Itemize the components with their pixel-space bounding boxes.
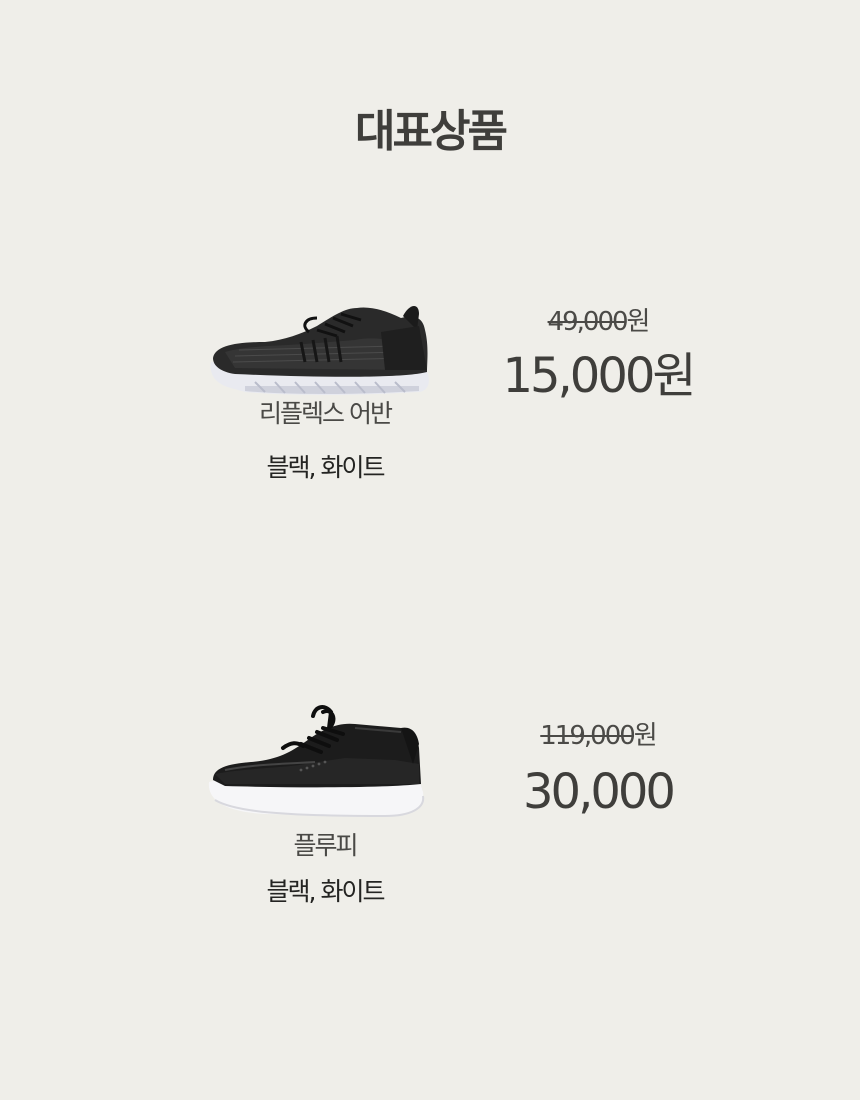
sale-price: 30,000	[523, 764, 676, 820]
product-name[interactable]: 플루피	[200, 830, 450, 862]
original-price: 49,000원	[470, 306, 726, 338]
original-price-unit: 원	[633, 721, 658, 751]
product-card[interactable]: 플루피 블랙, 화이트 119,000원 30,000	[0, 700, 860, 920]
section-title: 대표상품	[355, 106, 508, 157]
original-price-number: 119,000	[540, 721, 636, 751]
original-price-number: 49,000	[547, 307, 629, 337]
original-price-unit: 원	[626, 307, 651, 337]
original-price: 119,000원	[470, 720, 726, 752]
product-name[interactable]: 리플렉스 어반	[200, 398, 450, 430]
sale-price: 15,000원	[502, 348, 696, 404]
black-knit-sneaker-image[interactable]	[205, 296, 437, 402]
black-leather-sneaker-image[interactable]	[205, 704, 437, 828]
product-card[interactable]: 리플렉스 어반 블랙, 화이트 49,000원 15,000원	[0, 290, 860, 500]
product-colors: 블랙, 화이트	[266, 453, 386, 482]
featured-products-page: 대표상품 리플렉스 어반 블랙, 화이트 49,000원 15,000원 플루피…	[0, 0, 860, 1100]
product-colors: 블랙, 화이트	[266, 877, 386, 906]
